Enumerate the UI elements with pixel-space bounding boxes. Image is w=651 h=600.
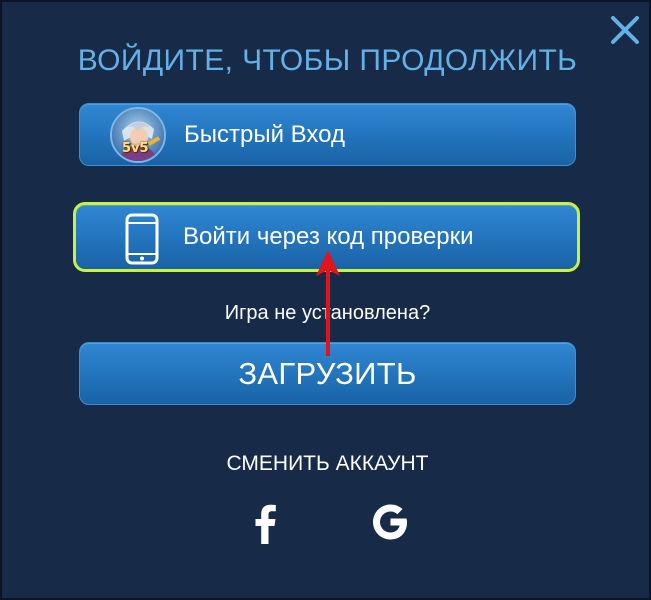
phone-icon (125, 213, 159, 265)
avatar-badge: 5v5 (122, 141, 149, 156)
switch-account-label: СМЕНИТЬ АККАУНТ (226, 452, 429, 475)
game-avatar-icon: 5v5 (110, 107, 166, 163)
download-button[interactable]: ЗАГРУЗИТЬ (79, 342, 576, 405)
dialog-title: ВОЙДИТЕ, ЧТОБЫ ПРОДОЛЖИТЬ (77, 44, 578, 77)
facebook-icon[interactable] (244, 500, 288, 544)
quick-login-label: Быстрый Вход (184, 120, 345, 148)
quick-login-button[interactable]: 5v5 Быстрый Вход (79, 103, 576, 166)
verify-code-login-button[interactable]: Войти через код проверки (73, 202, 580, 272)
verify-code-login-label: Войти через код проверки (183, 223, 474, 250)
google-icon[interactable] (368, 500, 412, 544)
game-not-installed-text: Игра не установлена? (224, 302, 431, 324)
login-dialog: ВОЙДИТЕ, ЧТОБЫ ПРОДОЛЖИТЬ 5v5 Быстрый Вх… (0, 0, 651, 600)
download-label: ЗАГРУЗИТЬ (238, 355, 417, 391)
